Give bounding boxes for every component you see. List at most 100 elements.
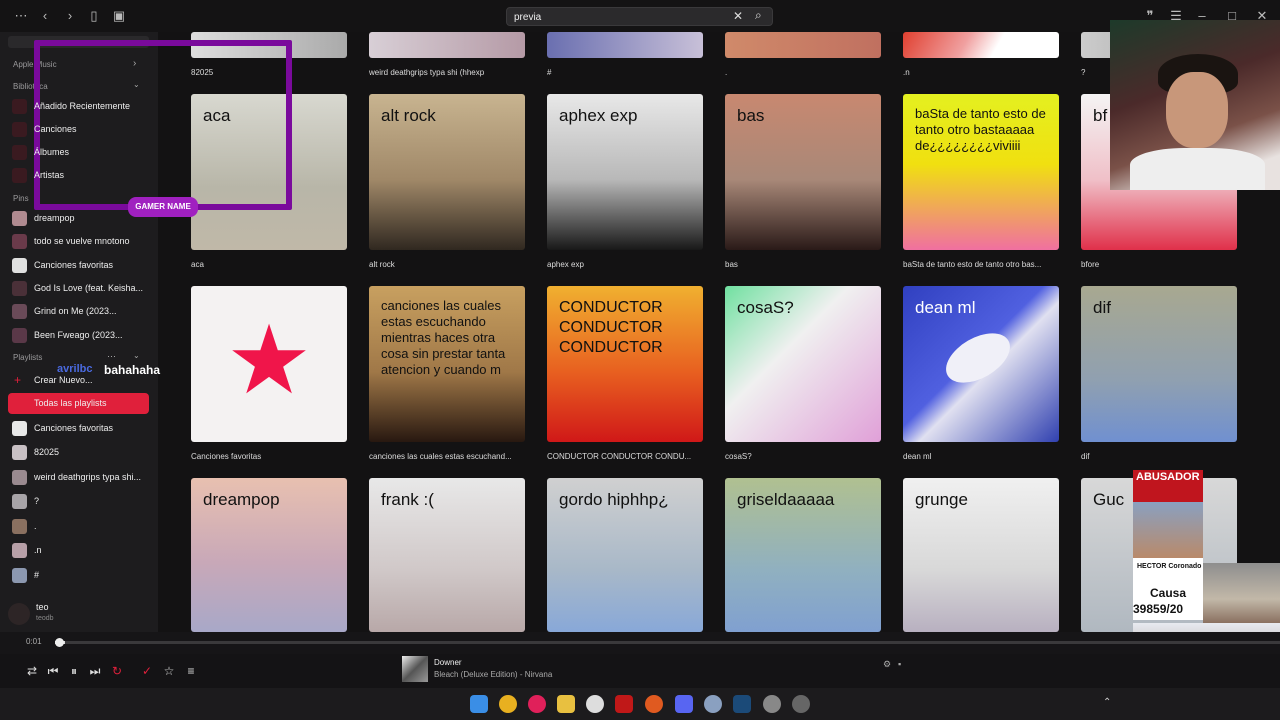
playlist-tile[interactable]: griseldaaaaa [725,478,881,632]
back-icon[interactable]: ‹ [37,8,53,24]
delete-icon[interactable]: ▪ [898,659,901,669]
sidebar-item-library[interactable]: Canciones [8,119,149,140]
playlist-caption[interactable]: baSta de tanto esto de tanto otro bas... [903,260,1059,269]
sidebar-item-library[interactable]: Artistas [8,165,149,186]
playlist-tile[interactable]: canciones las cuales estas escuchando mi… [369,286,525,442]
sidebar-item-playlist[interactable]: Canciones favoritas [8,418,149,439]
sidebar-item-playlist[interactable]: . [8,516,149,537]
next-icon[interactable]: ⏭ [87,663,103,679]
playlist-caption[interactable]: weird deathgrips typa shi (hhexp [369,68,525,77]
miniplayer-icon[interactable]: ▣ [111,8,127,24]
avatar[interactable] [8,603,30,625]
queue-add-icon[interactable]: ≡ [183,663,199,679]
sidebar-item-playlist[interactable]: ? [8,491,149,512]
check-icon[interactable]: ✓ [139,663,155,679]
playlist-tile[interactable] [903,32,1059,58]
playlist-tile[interactable]: gordo hiphhp¿ [547,478,703,632]
start-icon[interactable] [470,695,488,713]
gear-icon[interactable] [704,695,722,713]
playlist-caption[interactable]: dif [1081,452,1237,461]
playlist-tile[interactable]: dean ml [903,286,1059,442]
forward-icon[interactable]: › [62,8,78,24]
music-app-icon[interactable] [528,695,546,713]
playlist-tile[interactable]: baSta de tanto esto de tanto otro bastaa… [903,94,1059,250]
search-box[interactable]: ✕ ⌕ [506,7,773,26]
sidebar-item-pin[interactable]: dreampop [8,208,149,229]
playlist-tile-title: gordo hiphhp¿ [559,490,669,509]
settings-icon[interactable]: ⚙ [883,659,891,670]
previous-icon[interactable]: ⏮ [45,663,61,679]
sidebar-item-playlist[interactable]: .n [8,540,149,561]
playlist-tile[interactable]: aphex exp [547,94,703,250]
app-icon[interactable] [645,695,663,713]
sidebar-item-label: Been Fweago (2023... [34,329,123,340]
sidebar-item-pin[interactable]: Been Fweago (2023... [8,325,149,346]
playlist-caption[interactable]: cosaS? [725,452,881,461]
playlist-tile[interactable]: dif [1081,286,1237,442]
app-icon[interactable] [586,695,604,713]
playlist-tile[interactable] [725,32,881,58]
playlist-thumbnail [12,168,27,183]
playlist-tile[interactable] [547,32,703,58]
playlist-tile[interactable]: bas [725,94,881,250]
app-icon[interactable] [615,695,633,713]
sidebar-toggle-icon[interactable]: ▯ [86,8,102,24]
playlist-caption[interactable]: .n [903,68,1059,77]
sidebar-item-pin[interactable]: todo se vuelve mnotono [8,231,149,252]
sidebar-item-pin[interactable]: Canciones favoritas [8,255,149,276]
playlist-caption[interactable]: dean ml [903,452,1059,461]
repeat-icon[interactable]: ↻ [109,663,125,679]
playlist-caption[interactable]: # [547,68,703,77]
playlist-tile-title: dean ml [915,298,976,317]
more-icon[interactable]: ⋯ [13,8,29,24]
progress-bar[interactable] [55,641,1280,644]
pause-icon[interactable]: ⏸ [66,663,82,679]
playlist-tile[interactable]: ★ [191,286,347,442]
sidebar-item-playlist[interactable]: # [8,565,149,586]
shuffle-icon[interactable]: ⇄ [24,663,40,679]
star-icon[interactable]: ☆ [161,663,177,679]
playlist-tile[interactable]: grunge [903,478,1059,632]
sidebar-item-pin[interactable]: God Is Love (feat. Keisha... [8,278,149,299]
playlist-tile[interactable] [369,32,525,58]
playlist-caption[interactable]: aphex exp [547,260,703,269]
now-playing-title[interactable]: Downer [434,658,462,667]
more-icon[interactable]: ⋯ [107,351,116,362]
sidebar-item-library[interactable]: Añadido Recientemente [8,96,149,117]
playlist-caption[interactable]: bfore [1081,260,1237,269]
now-playing-subtitle[interactable]: Bleach (Deluxe Edition) - Nirvana [434,670,552,679]
playlist-caption[interactable]: . [725,68,881,77]
playlist-tile-title: bas [737,106,765,125]
chrome-icon[interactable] [499,695,517,713]
playlist-caption[interactable]: canciones las cuales estas escuchand... [369,452,525,461]
sidebar-item-all-playlists[interactable]: Todas las playlists [8,393,149,414]
sidebar-item-pin[interactable]: Grind on Me (2023... [8,301,149,322]
playlists-heading[interactable]: Playlists [13,353,42,362]
now-playing-artwork[interactable] [402,656,428,682]
steam-icon[interactable] [733,695,751,713]
progress-handle[interactable] [55,638,64,647]
playlist-caption[interactable]: alt rock [369,260,525,269]
app-icon[interactable] [792,695,810,713]
playlist-caption[interactable]: bas [725,260,881,269]
playlist-caption[interactable]: CONDUCTOR CONDUCTOR CONDU... [547,452,703,461]
clear-search-icon[interactable]: ✕ [733,9,743,23]
sidebar-item-playlist[interactable]: 82025 [8,442,149,463]
chevron-down-icon[interactable]: ⌄ [133,351,140,360]
app-icon[interactable] [763,695,781,713]
search-icon[interactable]: ⌕ [755,8,762,23]
folder-icon[interactable] [557,695,575,713]
sidebar-item-playlist[interactable]: weird deathgrips typa shi... [8,467,149,488]
playlist-caption[interactable]: Canciones favoritas [191,452,347,461]
playlist-tile[interactable]: alt rock [369,94,525,250]
discord-icon[interactable] [675,695,693,713]
playlist-tile[interactable]: frank :( [369,478,525,632]
playlist-tile[interactable]: CONDUCTOR CONDUCTOR CONDUCTOR [547,286,703,442]
playlist-tile[interactable]: cosaS? [725,286,881,442]
sidebar-item-library[interactable]: Álbumes [8,142,149,163]
sidebar-item-label: Añadido Recientemente [34,101,131,111]
playlist-tile[interactable]: dreampop [191,478,347,632]
search-input[interactable] [514,10,724,24]
tray-chevron-icon[interactable]: ⌃ [1103,697,1111,708]
playlist-caption[interactable]: aca [191,260,347,269]
